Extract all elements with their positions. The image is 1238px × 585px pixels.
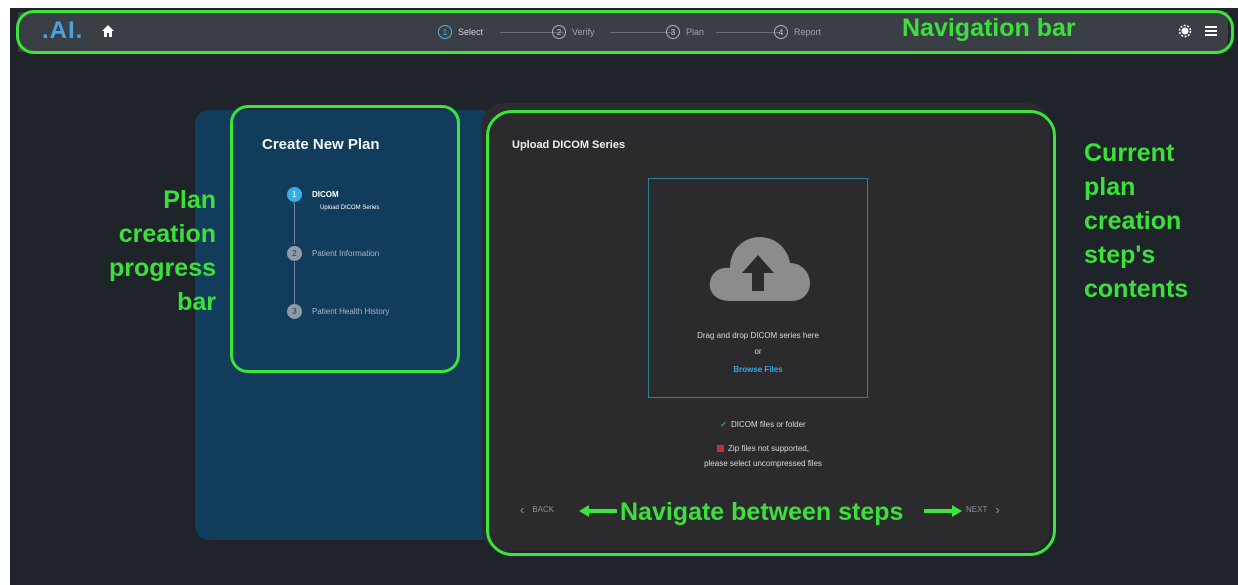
supported-format-note: ✓ DICOM files or folder [648, 420, 878, 429]
back-button[interactable]: ‹ BACK [520, 502, 554, 517]
content-annotation: Current plan creation step's contents [1084, 136, 1188, 306]
progress-annotation: Plan creation progress bar [100, 183, 216, 319]
annotation-line: creation [1084, 207, 1182, 235]
unsupported-format-note-line2: please select uncompressed files [704, 459, 822, 468]
next-button[interactable]: NEXT › [966, 502, 1000, 517]
progress-title: Create New Plan [262, 136, 380, 153]
unsupported-format-note: Zip files not supported, [648, 444, 878, 453]
check-text: DICOM files or folder [731, 420, 806, 429]
progress-number: 2 [287, 246, 302, 261]
navbar-annotation: Navigation bar [902, 14, 1076, 42]
arrow-right-icon [924, 505, 962, 517]
check-icon: ✓ [720, 420, 727, 429]
error-icon [717, 445, 725, 453]
progress-connector [294, 202, 295, 244]
progress-item-dicom[interactable]: 1 DICOM [287, 187, 339, 202]
progress-number: 3 [287, 304, 302, 319]
next-label: NEXT [966, 505, 988, 514]
annotation-line: contents [1084, 275, 1189, 303]
progress-connector [294, 262, 295, 304]
drop-instructions: Drag and drop DICOM series here [697, 331, 819, 340]
progress-label: Patient Information [312, 249, 380, 258]
chevron-left-icon: ‹ [520, 502, 525, 517]
navigate-annotation: Navigate between steps [620, 498, 904, 526]
content-title: Upload DICOM Series [512, 139, 626, 151]
annotation-line: bar [177, 288, 216, 316]
arrow-left-icon [579, 505, 617, 517]
progress-item-patient-information[interactable]: 2 Patient Information [287, 246, 379, 261]
cloud-upload-icon [709, 237, 810, 301]
or-text: or [754, 347, 762, 356]
browse-files-link[interactable]: Browse Files [648, 365, 868, 374]
progress-sub-label: Upload DICOM Series [320, 205, 380, 211]
annotation-line: creation [118, 220, 216, 248]
annotation-line: Plan [163, 186, 216, 214]
annotation-line: Current [1084, 139, 1175, 167]
annotation-line: plan [1084, 173, 1136, 201]
chevron-right-icon: › [995, 502, 1000, 517]
progress-number: 1 [287, 187, 302, 202]
annotation-line: progress [109, 254, 216, 282]
annotation-line: step's [1084, 241, 1156, 269]
progress-label: DICOM [312, 190, 339, 199]
back-label: BACK [532, 505, 555, 514]
warning-text: Zip files not supported, [728, 444, 809, 453]
progress-label: Patient Health History [312, 307, 390, 316]
progress-item-patient-health-history[interactable]: 3 Patient Health History [287, 304, 389, 319]
